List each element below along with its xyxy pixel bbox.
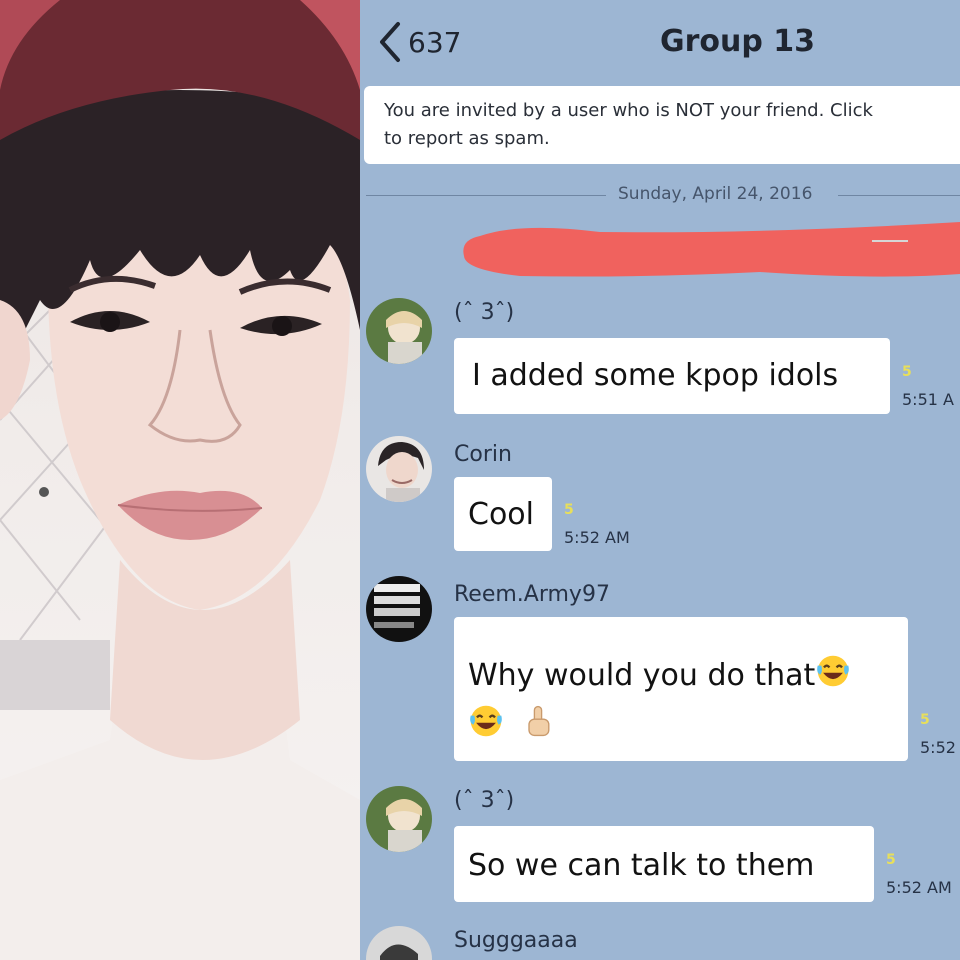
laughing-tears-emoji	[817, 655, 850, 687]
emoji-line	[468, 703, 556, 747]
pointing-finger-emoji	[527, 705, 550, 737]
sender-name: (ˆ 3ˆ)	[454, 788, 515, 813]
avatar-image	[366, 298, 432, 364]
sender-name: Reem.Army97	[454, 582, 610, 607]
spam-report-banner[interactable]: You are invited by a user who is NOT you…	[364, 86, 960, 164]
avatar-image	[366, 576, 432, 642]
avatar[interactable]	[366, 436, 432, 502]
chat-screen: 637 Group 13 You are invited by a user w…	[360, 0, 960, 960]
message-time: 5:52	[920, 738, 956, 757]
message-text: So we can talk to them	[468, 848, 815, 883]
separator-rule-left	[366, 195, 606, 196]
message-bubble[interactable]: Why would you do that	[454, 617, 908, 761]
sender-name: Sugggaaaa	[454, 928, 578, 953]
message-bubble[interactable]: Cool	[454, 477, 552, 551]
avatar[interactable]	[366, 926, 432, 960]
message-text-line: Why would you do that	[468, 658, 816, 693]
message-time: 5:52 AM	[564, 528, 630, 547]
message-bubble[interactable]: I added some kpop idols	[454, 338, 890, 414]
avatar-image	[366, 926, 432, 960]
message-text: Why would you do that	[468, 653, 851, 693]
avatar-image	[366, 786, 432, 852]
read-count: 5	[902, 364, 912, 380]
laughing-tears-emoji	[470, 705, 502, 737]
portrait-photo	[0, 0, 360, 960]
separator-rule-right	[838, 195, 960, 196]
sender-name: (ˆ 3ˆ)	[454, 300, 515, 325]
chevron-left-icon	[380, 22, 400, 62]
sender-name: Corin	[454, 442, 512, 467]
read-count: 5	[886, 852, 896, 868]
banner-line-1: You are invited by a user who is NOT you…	[384, 100, 873, 121]
chat-title: Group 13	[660, 24, 816, 59]
avatar-image	[366, 436, 432, 502]
read-count: 5	[920, 712, 930, 728]
unread-count: 637	[408, 25, 462, 59]
portrait-illustration	[0, 0, 360, 960]
banner-line-2: to report as spam.	[384, 128, 550, 149]
message-bubble[interactable]: So we can talk to them	[454, 826, 874, 902]
avatar[interactable]	[366, 298, 432, 364]
message-text: I added some kpop idols	[472, 358, 839, 393]
back-button[interactable]: 637	[374, 20, 461, 64]
read-count: 5	[564, 502, 574, 518]
avatar[interactable]	[366, 576, 432, 642]
redaction-mark	[463, 222, 960, 277]
chat-header: 637 Group 13	[360, 0, 960, 88]
message-time: 5:52 AM	[886, 878, 952, 897]
message-time: 5:51 A	[902, 390, 954, 409]
message-text: Cool	[468, 497, 534, 532]
avatar[interactable]	[366, 786, 432, 852]
date-label: Sunday, April 24, 2016	[618, 184, 813, 204]
date-separator: Sunday, April 24, 2016	[360, 178, 960, 212]
